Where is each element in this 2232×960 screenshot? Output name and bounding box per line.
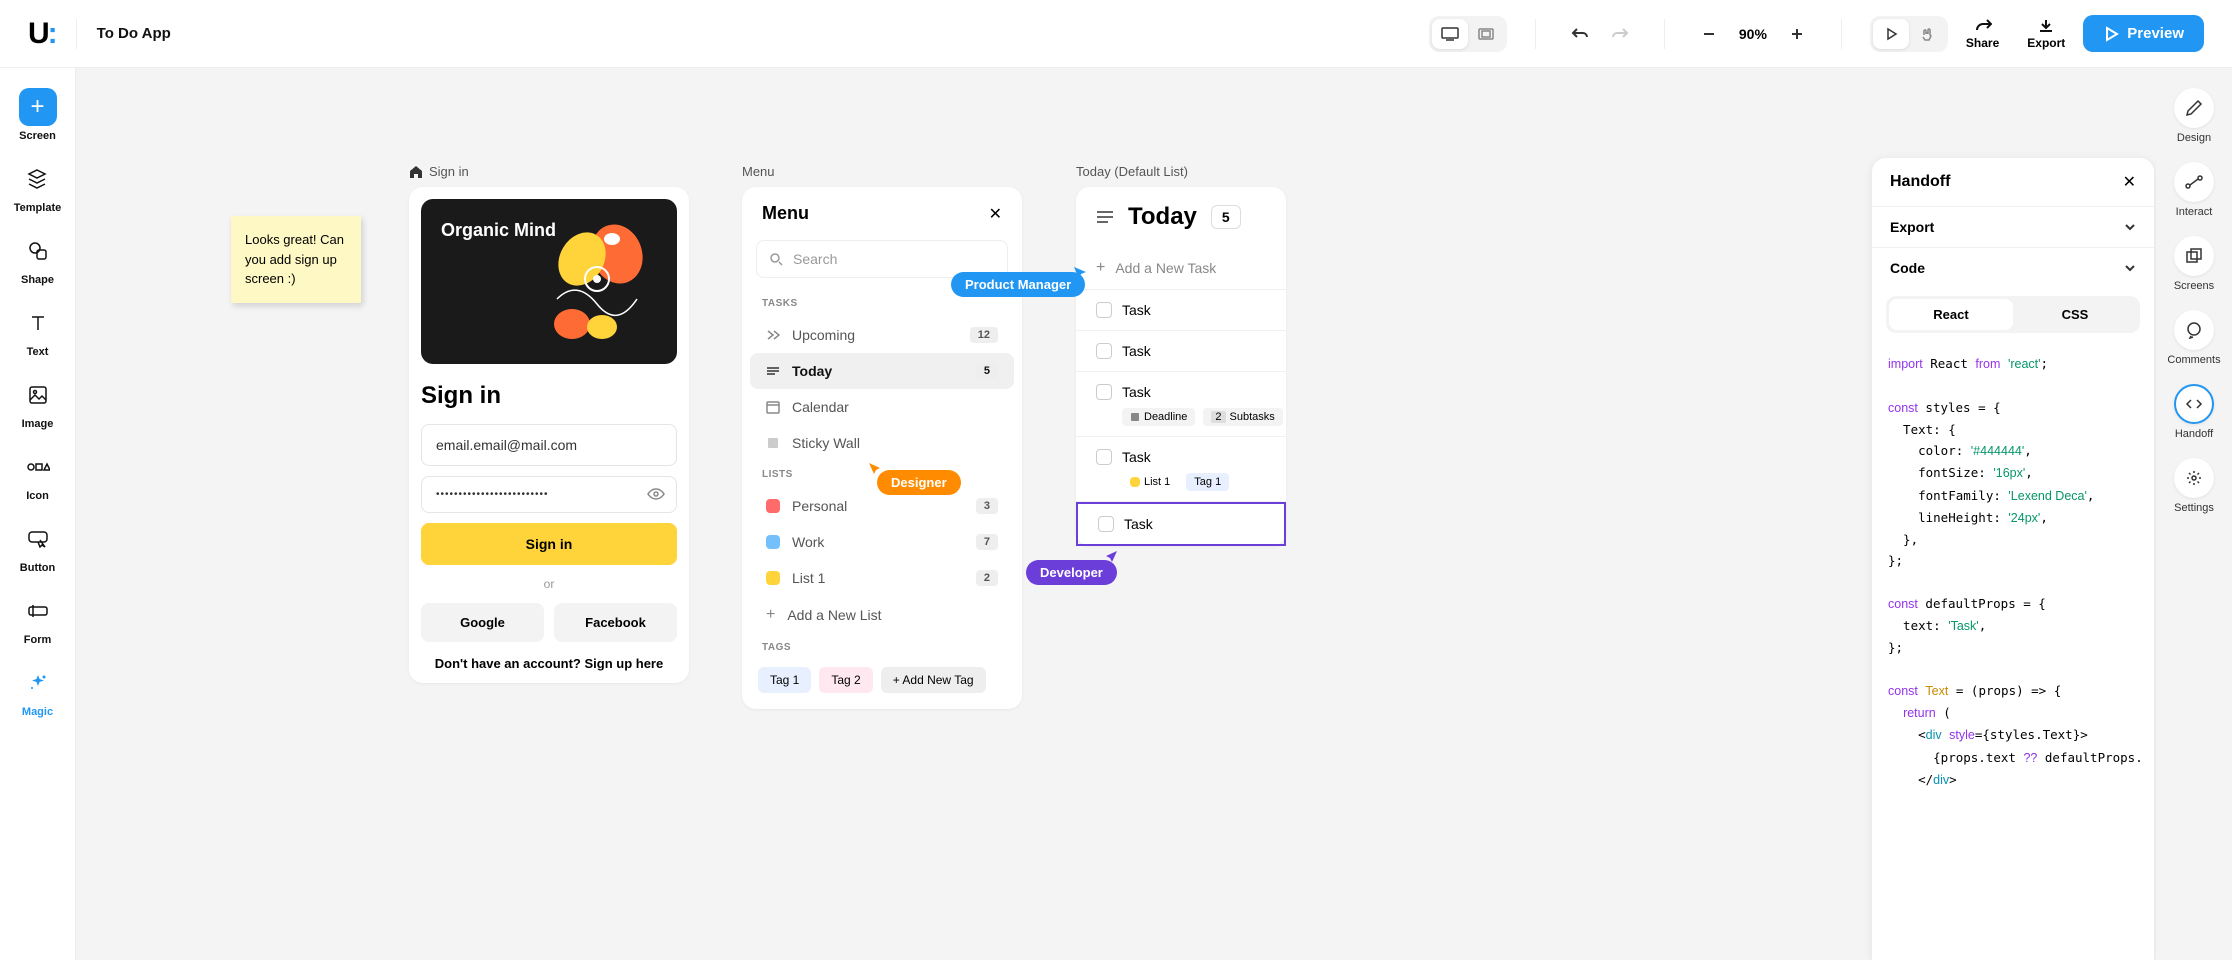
menu-item-upcoming[interactable]: Upcoming12 xyxy=(750,317,1014,353)
hand-mode-button[interactable] xyxy=(1909,19,1945,49)
zoom-out-button[interactable] xyxy=(1693,18,1725,50)
right-tool-screens[interactable]: Screens xyxy=(2174,236,2214,292)
hero-banner: Organic Mind xyxy=(421,199,677,364)
task-row-selected[interactable]: Task xyxy=(1076,502,1286,546)
right-toolbar: Design Interact Screens Comments Handoff… xyxy=(2156,68,2232,960)
task-row[interactable]: Task xyxy=(1076,331,1286,372)
add-list-button[interactable]: +Add a New List xyxy=(750,596,1014,634)
app-logo[interactable]: U: xyxy=(28,17,56,51)
close-icon[interactable]: ✕ xyxy=(989,204,1002,224)
tool-image[interactable]: Image xyxy=(19,376,57,430)
redo-button[interactable] xyxy=(1604,18,1636,50)
email-field[interactable]: email.email@mail.com xyxy=(421,424,677,466)
tool-template[interactable]: Template xyxy=(14,160,61,214)
device-toggle xyxy=(1429,16,1507,52)
task-checkbox[interactable] xyxy=(1096,302,1112,318)
menu-item-calendar[interactable]: Calendar xyxy=(750,389,1014,425)
share-button[interactable]: Share xyxy=(1956,18,2009,50)
artboard-today[interactable]: Today (Default List) Today 5 +Add a New … xyxy=(1076,164,1286,546)
menu-item-sticky[interactable]: Sticky Wall xyxy=(750,425,1014,461)
play-mode-button[interactable] xyxy=(1873,19,1909,49)
tool-shape[interactable]: Shape xyxy=(19,232,57,286)
tool-magic[interactable]: Magic xyxy=(19,664,57,718)
undo-button[interactable] xyxy=(1564,18,1596,50)
app-title: To Do App xyxy=(97,25,171,42)
canvas[interactable]: Looks great! Can you add sign up screen … xyxy=(76,68,2232,960)
designer-cursor: Designer xyxy=(877,470,961,495)
google-button[interactable]: Google xyxy=(421,603,544,642)
signin-button[interactable]: Sign in xyxy=(421,523,677,565)
list-item-list1[interactable]: List 12 xyxy=(750,560,1014,596)
task-row[interactable]: Task xyxy=(1076,437,1286,469)
right-tool-settings[interactable]: Settings xyxy=(2174,458,2214,514)
list-item-work[interactable]: Work7 xyxy=(750,524,1014,560)
mobile-device-button[interactable] xyxy=(1468,19,1504,49)
export-section[interactable]: Export xyxy=(1872,206,2154,247)
right-tool-comments[interactable]: Comments xyxy=(2167,310,2220,366)
add-tag-button[interactable]: + Add New Tag xyxy=(881,667,986,693)
task-checkbox[interactable] xyxy=(1096,343,1112,359)
tool-form[interactable]: Form xyxy=(19,592,57,646)
password-field[interactable]: ••••••••••••••••••••••••• xyxy=(421,476,677,513)
signin-heading: Sign in xyxy=(421,382,677,410)
zoom-level: 90% xyxy=(1739,26,1767,42)
signup-link[interactable]: Don't have an account? Sign up here xyxy=(421,656,677,671)
tool-icon[interactable]: Icon xyxy=(19,448,57,502)
artboard-signin[interactable]: Sign in Organic Mind xyxy=(409,164,689,683)
preview-button[interactable]: Preview xyxy=(2083,15,2204,52)
tag-chip[interactable]: Tag 2 xyxy=(819,667,872,693)
tool-screen[interactable]: +Screen xyxy=(19,88,57,142)
tag-chip[interactable]: Tag 1 xyxy=(758,667,811,693)
artboard-menu[interactable]: Menu Menu ✕ Search TASKS Upcoming12 Toda… xyxy=(742,164,1022,709)
tool-button[interactable]: Button xyxy=(19,520,57,574)
cursor-mode-toggle xyxy=(1870,16,1948,52)
today-title: Today xyxy=(1128,203,1197,231)
sticky-note[interactable]: Looks great! Can you add sign up screen … xyxy=(231,216,361,303)
menu-item-today[interactable]: Today5 xyxy=(750,353,1014,389)
product-manager-cursor: Product Manager xyxy=(951,272,1085,297)
chevron-down-icon xyxy=(2124,264,2136,272)
deadline-chip: Deadline xyxy=(1122,408,1195,426)
right-tool-handoff[interactable]: Handoff xyxy=(2174,384,2214,440)
facebook-button[interactable]: Facebook xyxy=(554,603,677,642)
left-toolbar: +Screen Template Shape Text Image Icon B… xyxy=(0,68,76,960)
tab-css[interactable]: CSS xyxy=(2013,299,2137,330)
zoom-in-button[interactable] xyxy=(1781,18,1813,50)
hamburger-icon[interactable] xyxy=(1096,210,1114,224)
developer-cursor: Developer xyxy=(1026,560,1117,585)
subtasks-chip: 2Subtasks xyxy=(1203,408,1282,426)
tab-react[interactable]: React xyxy=(1889,299,2013,330)
task-row[interactable]: Task xyxy=(1076,372,1286,404)
add-task-button[interactable]: +Add a New Task xyxy=(1076,247,1286,290)
list-item-personal[interactable]: Personal3 xyxy=(750,488,1014,524)
desktop-device-button[interactable] xyxy=(1432,19,1468,49)
right-tool-interact[interactable]: Interact xyxy=(2174,162,2214,218)
task-checkbox[interactable] xyxy=(1098,516,1114,532)
task-row[interactable]: Task xyxy=(1076,290,1286,331)
list-chip: List 1 xyxy=(1122,473,1178,491)
eye-icon[interactable] xyxy=(647,487,665,506)
code-section[interactable]: Code xyxy=(1872,247,2154,288)
menu-title: Menu xyxy=(762,203,809,224)
tool-text[interactable]: Text xyxy=(19,304,57,358)
or-separator: or xyxy=(421,577,677,591)
handoff-title: Handoff xyxy=(1890,173,1950,191)
task-checkbox[interactable] xyxy=(1096,384,1112,400)
task-checkbox[interactable] xyxy=(1096,449,1112,465)
topbar: U: To Do App 90% xyxy=(0,0,2232,68)
close-icon[interactable]: ✕ xyxy=(2123,172,2136,192)
chevron-down-icon xyxy=(2124,223,2136,231)
handoff-panel: Handoff ✕ Export Code React CSS import R… xyxy=(1872,158,2154,960)
tag-chip: Tag 1 xyxy=(1186,473,1229,491)
today-count: 5 xyxy=(1211,205,1241,229)
right-tool-design[interactable]: Design xyxy=(2174,88,2214,144)
code-viewer[interactable]: import React from 'react'; const styles … xyxy=(1872,341,2154,960)
export-button[interactable]: Export xyxy=(2017,18,2075,50)
